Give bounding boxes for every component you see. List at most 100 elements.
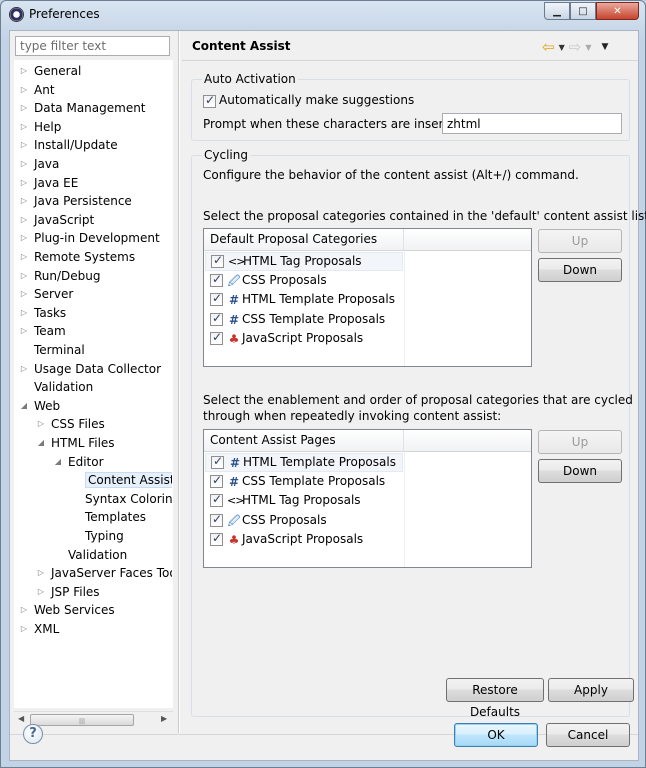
prompt-characters-field[interactable] — [442, 113, 622, 134]
expand-icon[interactable]: ▷ — [19, 62, 29, 80]
tree-item[interactable]: Terminal — [19, 341, 85, 359]
default-categories-table[interactable]: Default Proposal Categories <>HTML Tag P… — [203, 228, 532, 367]
collapse-icon[interactable]: ◢ — [36, 434, 46, 452]
table-row[interactable]: <>HTML Tag Proposals — [205, 252, 403, 271]
row-checkbox[interactable] — [210, 492, 223, 508]
expand-icon[interactable]: ▷ — [19, 174, 29, 192]
tree-item[interactable]: ▷ Ant — [19, 81, 55, 99]
tree-item[interactable]: ▷ CSS Files — [36, 415, 105, 433]
tree-item[interactable]: ◢ HTML Files — [36, 434, 115, 452]
table-row[interactable]: #CSS Template Proposals — [205, 473, 401, 492]
table-row[interactable]: 🖉CSS Proposals — [205, 512, 401, 531]
cancel-button[interactable]: Cancel — [546, 723, 630, 747]
expand-icon[interactable]: ▷ — [19, 360, 29, 378]
expand-icon[interactable]: ▷ — [19, 99, 29, 117]
tree-item[interactable]: ▷ Web Services — [19, 601, 115, 619]
row-checkbox[interactable] — [211, 454, 224, 469]
forward-arrow-icon[interactable]: ⇨ — [569, 38, 582, 56]
tree-item[interactable]: ▷ Install/Update — [19, 136, 118, 154]
restore-defaults-button[interactable]: Restore Defaults — [446, 678, 544, 719]
row-checkbox[interactable] — [210, 311, 223, 326]
expand-icon[interactable]: ▷ — [19, 211, 29, 229]
table-row[interactable]: #HTML Template Proposals — [205, 291, 401, 310]
tree-item[interactable]: ▷ Plug-in Development — [19, 229, 160, 247]
table-row[interactable]: #CSS Template Proposals — [205, 311, 401, 330]
row-checkbox[interactable] — [210, 272, 223, 287]
view-menu-icon[interactable]: ▼ — [601, 42, 608, 52]
column-header[interactable]: Default Proposal Categories — [204, 229, 404, 251]
down-button-cycle[interactable]: Down — [538, 459, 622, 483]
table-row[interactable]: 🖉CSS Proposals — [205, 272, 401, 291]
tree-item[interactable]: ▷ Data Management — [19, 99, 146, 117]
down-button-default[interactable]: Down — [538, 258, 622, 282]
tree-item[interactable]: ▷ Java Persistence — [19, 192, 132, 210]
row-checkbox[interactable] — [211, 253, 224, 268]
up-button-cycle[interactable]: Up — [538, 430, 622, 454]
tree-item[interactable]: ▷ Java EE — [19, 174, 78, 192]
content-assist-pages-table[interactable]: Content Assist Pages #HTML Template Prop… — [203, 429, 532, 568]
close-button[interactable]: ✕ — [596, 2, 639, 20]
help-icon[interactable]: ? — [23, 724, 43, 744]
tree-item[interactable]: ▷ Tasks — [19, 304, 66, 322]
row-checkbox[interactable] — [210, 531, 223, 547]
ok-button[interactable]: OK — [454, 723, 538, 747]
filter-input[interactable] — [15, 36, 170, 56]
expand-icon[interactable]: ▷ — [19, 136, 29, 154]
tree-item[interactable]: ◢ Editor — [53, 453, 104, 471]
expand-icon[interactable]: ▷ — [19, 267, 29, 285]
preference-tree[interactable]: ▷ General ▷ Ant ▷ Data Management ▷ Help ▷ Instal… — [14, 60, 173, 708]
tree-item[interactable]: ▷ Help — [19, 118, 61, 136]
table-row[interactable]: ♣JavaScript Proposals — [205, 330, 401, 349]
expand-icon[interactable]: ▷ — [19, 620, 29, 638]
tree-item[interactable]: ▷ Usage Data Collector — [19, 360, 161, 378]
tree-item[interactable]: ▷ Run/Debug — [19, 267, 101, 285]
tree-item[interactable]: Validation — [19, 378, 93, 396]
tree-item[interactable]: ▷ XML — [19, 620, 59, 638]
expand-icon[interactable]: ▷ — [19, 322, 29, 340]
tree-item[interactable]: ▷ JavaServer Faces Tools — [36, 564, 172, 582]
row-checkbox[interactable] — [210, 291, 223, 307]
collapse-icon[interactable]: ◢ — [19, 397, 29, 415]
expand-icon[interactable]: ▷ — [19, 285, 29, 303]
tree-item[interactable]: Validation — [53, 546, 127, 564]
scrollbar-thumb[interactable]: ||| — [30, 714, 134, 726]
minimize-button[interactable]: ▁ — [544, 2, 570, 20]
tree-item[interactable]: Syntax Coloring — [70, 490, 172, 508]
tree-item[interactable]: ◢ Web — [19, 397, 60, 415]
expand-icon[interactable]: ▷ — [19, 192, 29, 210]
tree-item[interactable]: ▷ Remote Systems — [19, 248, 135, 266]
table-row[interactable]: #HTML Template Proposals — [205, 453, 403, 472]
expand-icon[interactable]: ▷ — [36, 564, 46, 582]
expand-icon[interactable]: ▷ — [19, 229, 29, 247]
back-arrow-icon[interactable]: ⇦ — [542, 38, 555, 56]
expand-icon[interactable]: ▷ — [19, 248, 29, 266]
tree-item[interactable]: ▷ General — [19, 62, 81, 80]
tree-item[interactable]: ▷ Server — [19, 285, 73, 303]
tree-item[interactable]: ▷ JavaScript — [19, 211, 94, 229]
tree-item[interactable]: ▷ Team — [19, 322, 66, 340]
row-checkbox[interactable] — [210, 512, 223, 527]
collapse-icon[interactable]: ◢ — [53, 453, 63, 471]
tree-item[interactable]: Typing — [70, 527, 124, 545]
column-header[interactable]: Content Assist Pages — [204, 430, 404, 452]
tree-item[interactable]: Content Assist — [70, 471, 172, 489]
scroll-left-icon[interactable]: ◀ — [18, 714, 24, 723]
auto-suggest-checkbox[interactable] — [203, 93, 216, 108]
table-row[interactable]: ♣JavaScript Proposals — [205, 531, 401, 550]
expand-icon[interactable]: ▷ — [19, 118, 29, 136]
pane-divider[interactable] — [178, 31, 180, 733]
expand-icon[interactable]: ▷ — [19, 304, 29, 322]
row-checkbox[interactable] — [210, 330, 223, 346]
forward-history-dropdown-icon[interactable]: ▼ — [585, 43, 591, 52]
expand-icon[interactable]: ▷ — [19, 601, 29, 619]
tree-item[interactable]: ▷ JSP Files — [36, 583, 100, 601]
tree-item[interactable]: Templates — [70, 508, 146, 526]
expand-icon[interactable]: ▷ — [36, 415, 46, 433]
back-history-dropdown-icon[interactable]: ▼ — [559, 43, 565, 52]
expand-icon[interactable]: ▷ — [19, 155, 29, 173]
maximize-button[interactable]: □ — [570, 2, 596, 20]
expand-icon[interactable]: ▷ — [19, 81, 29, 99]
scroll-right-icon[interactable]: ▶ — [161, 714, 167, 723]
expand-icon[interactable]: ▷ — [36, 583, 46, 601]
row-checkbox[interactable] — [210, 473, 223, 488]
